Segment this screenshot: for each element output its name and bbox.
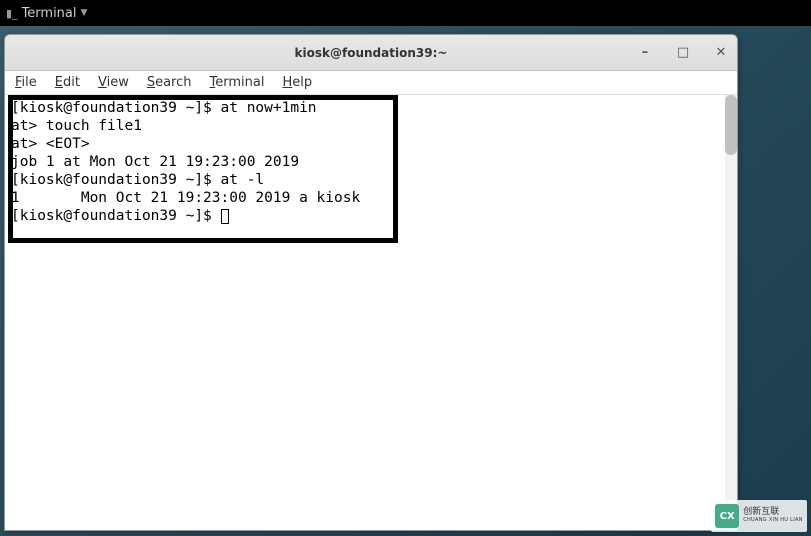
terminal-window: kiosk@foundation39:~ – □ ✕ File Edit Vie… [4, 34, 738, 531]
menubar: File Edit View Search Terminal Help [5, 71, 737, 95]
maximize-button[interactable]: □ [675, 45, 691, 61]
terminal-icon: ▮_ [6, 7, 18, 20]
menu-terminal[interactable]: Terminal [210, 75, 265, 90]
menu-file[interactable]: File [15, 75, 37, 90]
terminal-line: [kiosk@foundation39 ~]$ at -l [11, 171, 731, 189]
top-panel: ▮_ Terminal ▼ [0, 0, 811, 26]
scrollbar[interactable] [725, 95, 737, 530]
menu-edit[interactable]: Edit [55, 75, 80, 90]
close-button[interactable]: ✕ [713, 45, 729, 61]
menu-help[interactable]: Help [282, 75, 312, 90]
panel-app-label[interactable]: Terminal [22, 6, 77, 21]
menu-search[interactable]: Search [147, 75, 192, 90]
cursor [221, 209, 229, 224]
terminal-line: at> touch file1 [11, 117, 731, 135]
window-title: kiosk@foundation39:~ [295, 46, 448, 60]
watermark: CX 创新互联 CHUANG XIN HU LIAN [711, 500, 807, 532]
terminal-line: at> <EOT> [11, 135, 731, 153]
window-controls: – □ ✕ [637, 35, 729, 70]
terminal-prompt-line: [kiosk@foundation39 ~]$ [11, 207, 731, 225]
watermark-text: 创新互联 CHUANG XIN HU LIAN [743, 508, 803, 523]
scrollbar-thumb[interactable] [725, 95, 737, 155]
terminal-line: 1 Mon Oct 21 19:23:00 2019 a kiosk [11, 189, 731, 207]
terminal-line: [kiosk@foundation39 ~]$ at now+1min [11, 99, 731, 117]
terminal-line: job 1 at Mon Oct 21 19:23:00 2019 [11, 153, 731, 171]
menu-view[interactable]: View [98, 75, 129, 90]
minimize-button[interactable]: – [637, 45, 653, 61]
watermark-logo: CX [715, 504, 739, 528]
chevron-down-icon[interactable]: ▼ [81, 8, 88, 18]
terminal-area[interactable]: [kiosk@foundation39 ~]$ at now+1min at> … [5, 95, 737, 530]
titlebar[interactable]: kiosk@foundation39:~ – □ ✕ [5, 35, 737, 71]
